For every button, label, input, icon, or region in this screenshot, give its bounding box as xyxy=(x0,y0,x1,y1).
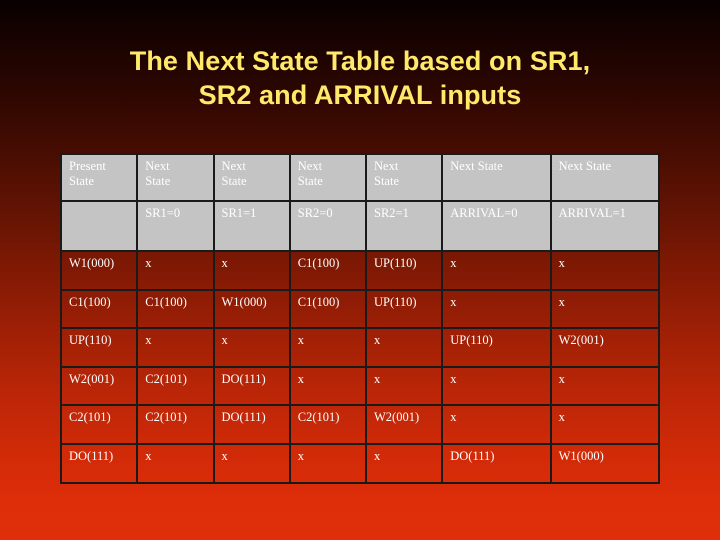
subheader-sr2-1: SR2=1 xyxy=(364,200,444,252)
column-header-line-1: Next xyxy=(374,159,399,173)
page-title: The Next State Table based on SR1, SR2 a… xyxy=(40,44,680,112)
table-row: W2(001) C2(101) DO(111) x x x x xyxy=(59,365,661,406)
cell-sr2-0: x xyxy=(288,327,368,368)
table-row: C2(101) C2(101) DO(111) C2(101) W2(001) … xyxy=(59,404,661,445)
cell-present-state: W1(000) xyxy=(59,250,139,291)
column-header-line-1: Next xyxy=(221,159,246,173)
cell-present-state: C1(100) xyxy=(59,288,139,329)
cell-sr1-1: x xyxy=(212,250,291,291)
cell-present-state: UP(110) xyxy=(59,327,139,368)
subheader-sr1-1: SR1=1 xyxy=(212,200,291,252)
cell-sr1-0: C2(101) xyxy=(136,365,215,406)
subheader-sr2-0: SR2=0 xyxy=(288,200,368,252)
cell-arrival-0: x xyxy=(441,288,552,329)
cell-arrival-1: W1(000) xyxy=(549,442,661,484)
cell-arrival-0: DO(111) xyxy=(441,442,552,484)
column-header-line-1: Next xyxy=(297,159,323,173)
table-row: W1(000) x x C1(100) UP(110) x x xyxy=(59,250,661,291)
cell-sr1-1: x xyxy=(212,442,291,484)
column-header-line-2: State xyxy=(374,174,399,188)
cell-sr1-1: x xyxy=(212,327,291,368)
cell-arrival-1: W2(001) xyxy=(549,327,661,368)
cell-sr2-0: C1(100) xyxy=(288,250,368,291)
page-title-line-1: The Next State Table based on SR1, xyxy=(129,46,591,76)
table-row: UP(110) x x x x UP(110) W2(001) xyxy=(59,327,661,368)
column-header-present-state: Present State xyxy=(59,153,139,202)
cell-sr1-0: C1(100) xyxy=(136,288,215,329)
cell-sr2-1: x xyxy=(364,327,444,368)
cell-sr2-0: x xyxy=(288,365,368,406)
page-title-line-2: SR2 and ARRIVAL inputs xyxy=(198,80,522,110)
column-header-next-state-3: Next State xyxy=(288,153,368,202)
cell-arrival-0: UP(110) xyxy=(441,327,552,368)
cell-sr1-1: DO(111) xyxy=(212,404,291,445)
cell-arrival-1: x xyxy=(549,404,661,445)
cell-present-state: DO(111) xyxy=(59,442,139,484)
table-subheader-row: SR1=0 SR1=1 SR2=0 SR2=1 ARRIVAL=0 ARRIVA… xyxy=(59,200,661,252)
column-header-line-1: Next xyxy=(145,159,170,173)
subheader-arrival-1: ARRIVAL=1 xyxy=(549,200,661,252)
column-header-line-2: State xyxy=(297,174,323,188)
cell-arrival-1: x xyxy=(549,250,661,291)
column-header-next-state-2: Next State xyxy=(212,153,291,202)
column-header-next-state-5: Next State xyxy=(441,153,552,202)
cell-arrival-0: x xyxy=(441,365,552,406)
cell-present-state: W2(001) xyxy=(59,365,139,406)
cell-arrival-1: x xyxy=(549,365,661,406)
cell-sr1-0: x xyxy=(136,442,215,484)
cell-sr1-1: DO(111) xyxy=(212,365,291,406)
cell-sr2-1: UP(110) xyxy=(364,250,444,291)
table-row: DO(111) x x x x DO(111) W1(000) xyxy=(59,442,661,484)
cell-arrival-1: x xyxy=(549,288,661,329)
column-header-next-state-1: Next State xyxy=(136,153,215,202)
cell-arrival-0: x xyxy=(441,404,552,445)
cell-sr2-1: UP(110) xyxy=(364,288,444,329)
column-header-next-state-6: Next State xyxy=(549,153,661,202)
cell-sr1-0: x xyxy=(136,250,215,291)
cell-sr2-1: x xyxy=(364,365,444,406)
cell-present-state: C2(101) xyxy=(59,404,139,445)
column-header-next-state-4: Next State xyxy=(364,153,444,202)
cell-sr1-0: x xyxy=(136,327,215,368)
column-header-line-1: Next State xyxy=(450,159,503,173)
cell-arrival-0: x xyxy=(441,250,552,291)
subheader-present-state xyxy=(59,200,139,252)
next-state-table: Present State Next State Next State Next… xyxy=(59,153,661,484)
cell-sr2-1: x xyxy=(364,442,444,484)
column-header-line-2: State xyxy=(221,174,247,188)
cell-sr1-1: W1(000) xyxy=(212,288,291,329)
table-row: C1(100) C1(100) W1(000) C1(100) UP(110) … xyxy=(59,288,661,329)
cell-sr2-0: C2(101) xyxy=(288,404,368,445)
column-header-line-1: Next State xyxy=(558,159,612,173)
subheader-arrival-0: ARRIVAL=0 xyxy=(441,200,552,252)
column-header-line-2: State xyxy=(145,174,171,188)
cell-sr1-0: C2(101) xyxy=(136,404,215,445)
cell-sr2-0: C1(100) xyxy=(288,288,368,329)
subheader-sr1-0: SR1=0 xyxy=(136,200,215,252)
table-header-row: Present State Next State Next State Next… xyxy=(59,153,661,202)
slide: The Next State Table based on SR1, SR2 a… xyxy=(0,0,720,540)
cell-sr2-1: W2(001) xyxy=(364,404,444,445)
column-header-line-2: State xyxy=(69,174,94,188)
cell-sr2-0: x xyxy=(288,442,368,484)
column-header-line-1: Present xyxy=(69,159,106,173)
